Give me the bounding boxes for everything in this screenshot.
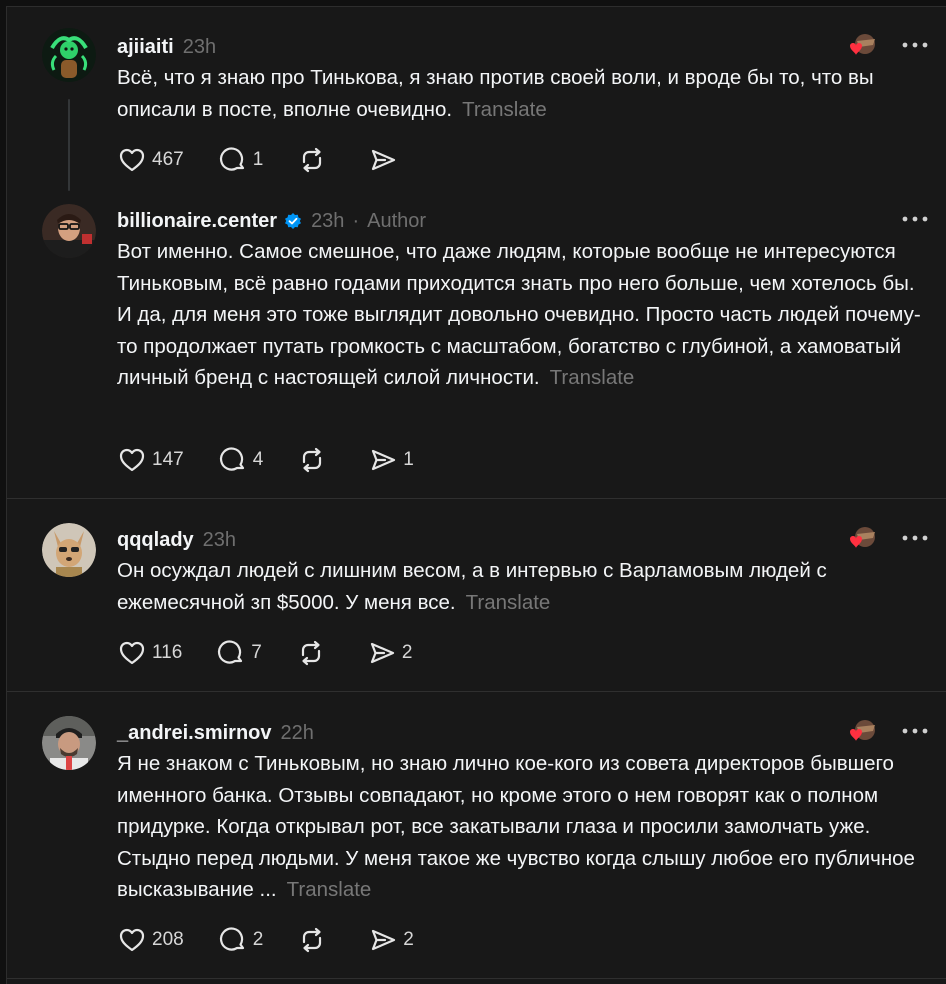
- avatar[interactable]: [42, 716, 96, 770]
- repost-button[interactable]: [297, 444, 332, 476]
- username[interactable]: billionaire.center: [117, 210, 277, 233]
- post-actions: 147 4 1: [117, 444, 448, 476]
- timestamp[interactable]: 22h: [281, 722, 314, 745]
- reply-button[interactable]: 1: [218, 144, 264, 176]
- like-button[interactable]: 467: [117, 144, 184, 176]
- heart-icon: [117, 145, 147, 175]
- heart-icon: [117, 638, 147, 668]
- username[interactable]: ajiiaiti: [117, 36, 174, 59]
- heart-icon: [117, 445, 147, 475]
- share-button[interactable]: 2: [367, 637, 413, 669]
- repost-icon: [297, 445, 327, 475]
- send-icon: [367, 638, 397, 668]
- verified-badge-icon: [284, 212, 302, 230]
- send-icon: [368, 925, 398, 955]
- share-button[interactable]: 2: [368, 924, 414, 956]
- liked-by-author-icon: [845, 717, 879, 745]
- like-count: 147: [152, 449, 184, 470]
- more-icon[interactable]: [900, 209, 930, 229]
- post-actions: 116 7 2: [117, 637, 446, 669]
- repost-button[interactable]: [296, 637, 331, 669]
- more-icon[interactable]: [900, 721, 930, 741]
- share-count: 2: [401, 642, 413, 663]
- timestamp[interactable]: 23h: [311, 210, 344, 233]
- avatar[interactable]: [42, 523, 96, 577]
- reply-count: 7: [251, 642, 262, 663]
- reply-count: 1: [252, 149, 264, 170]
- like-count: 467: [152, 149, 184, 170]
- paragraph: Вот именно. Самое смешное, что даже людя…: [117, 240, 915, 295]
- thread-connector-line: [68, 99, 70, 191]
- reply-button[interactable]: 7: [216, 637, 262, 669]
- post-actions: 208 2 2: [117, 924, 448, 956]
- translate-link[interactable]: Translate: [462, 98, 547, 121]
- timestamp[interactable]: 23h: [183, 36, 216, 59]
- divider: [7, 978, 946, 979]
- send-icon: [368, 145, 398, 175]
- share-button[interactable]: [368, 144, 403, 176]
- post-text: Он осуждал людей с лишним весом, а в инт…: [117, 555, 927, 618]
- avatar[interactable]: [42, 28, 96, 82]
- separator-dot: ·: [352, 209, 360, 232]
- post-header: qqqlady 23h: [117, 527, 236, 553]
- divider: [7, 498, 946, 499]
- liked-by-author-icon: [845, 31, 879, 59]
- comment-icon: [218, 145, 248, 175]
- author-label: Author: [367, 209, 427, 232]
- repost-icon: [297, 145, 327, 175]
- share-button[interactable]: 1: [368, 444, 414, 476]
- translate-link[interactable]: Translate: [466, 591, 551, 614]
- repost-icon: [297, 925, 327, 955]
- repost-icon: [296, 638, 326, 668]
- heart-icon: [117, 925, 147, 955]
- comment-icon: [216, 638, 246, 668]
- like-button[interactable]: 116: [117, 637, 182, 669]
- post-text: Я не знаком с Тиньковым, но знаю лично к…: [117, 748, 927, 906]
- share-count: 1: [403, 449, 414, 470]
- more-icon[interactable]: [900, 35, 930, 55]
- reply-button[interactable]: 4: [218, 444, 264, 476]
- more-icon[interactable]: [900, 528, 930, 548]
- translate-link[interactable]: Translate: [550, 366, 635, 389]
- replies-panel: ajiiaiti 23h Всё, что я знаю про Тиньков…: [6, 6, 946, 984]
- repost-button[interactable]: [297, 924, 332, 956]
- comment-icon: [218, 925, 248, 955]
- post-header: ajiiaiti 23h: [117, 34, 216, 60]
- post-text: Вот именно. Самое смешное, что даже людя…: [117, 236, 927, 394]
- post-actions: 467 1: [117, 144, 437, 176]
- like-button[interactable]: 208: [117, 924, 184, 956]
- repost-button[interactable]: [297, 144, 332, 176]
- liked-by-author-icon: [845, 524, 879, 552]
- reply-count: 4: [252, 449, 264, 470]
- paragraph: Я не знаком с Тиньковым, но знаю лично к…: [117, 752, 915, 901]
- reply-count: 2: [252, 929, 264, 950]
- username[interactable]: _andrei.smirnov: [117, 722, 272, 745]
- like-count: 208: [152, 929, 184, 950]
- post-text: Всё, что я знаю про Тинькова, я знаю про…: [117, 62, 927, 125]
- timestamp[interactable]: 23h: [203, 529, 236, 552]
- avatar[interactable]: [42, 204, 96, 258]
- share-count: 2: [403, 929, 414, 950]
- like-count: 116: [152, 642, 183, 663]
- comment-icon: [218, 445, 248, 475]
- paragraph: И да, для меня это тоже выглядит довольн…: [117, 303, 921, 389]
- reply-button[interactable]: 2: [218, 924, 264, 956]
- translate-link[interactable]: Translate: [287, 878, 372, 901]
- divider: [7, 691, 946, 692]
- username[interactable]: qqqlady: [117, 529, 194, 552]
- post-header: billionaire.center 23h · Author: [117, 208, 426, 234]
- like-button[interactable]: 147: [117, 444, 184, 476]
- send-icon: [368, 445, 398, 475]
- post-header: _andrei.smirnov 22h: [117, 720, 314, 746]
